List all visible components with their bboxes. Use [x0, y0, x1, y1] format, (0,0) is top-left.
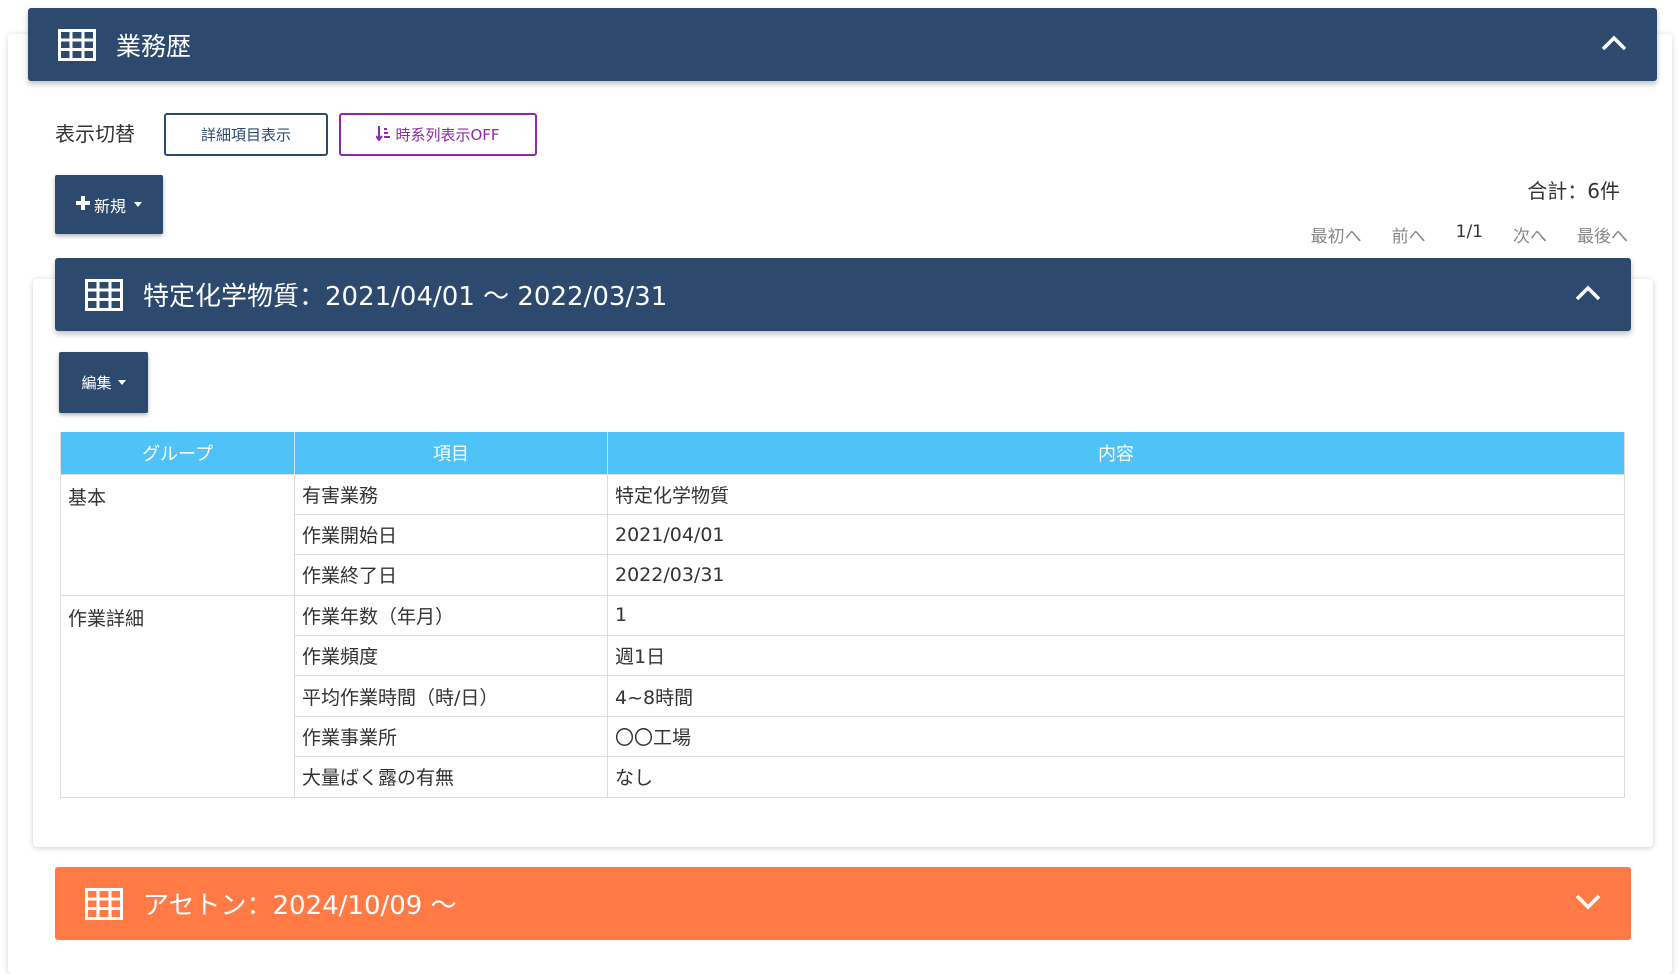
pager-prev-link[interactable]: 前へ — [1392, 222, 1426, 247]
caret-down-icon — [117, 380, 126, 385]
caret-down-icon — [134, 202, 142, 207]
record-title: アセトン：2024/10/09 ～ — [143, 891, 457, 921]
table-row: 基本 有害業務 特定化学物質 — [60, 473, 1625, 596]
detail-items-label: 詳細項目表示 — [200, 126, 291, 144]
table-row: 作業開始日 2021/04/01 — [61, 513, 1625, 556]
table-row: 作業詳細 作業年数（年月） 1 — [60, 594, 1625, 798]
pager-last-link[interactable]: 最後へ — [1577, 222, 1628, 247]
item-cell: 作業事業所 — [294, 715, 608, 758]
total-count: 合計：6件 — [1527, 179, 1620, 203]
table-row: 作業終了日 2022/03/31 — [61, 554, 1625, 596]
chevron-down-icon[interactable] — [1575, 894, 1601, 914]
section-title: 業務歴 — [116, 31, 192, 61]
value-cell: 週1日 — [607, 635, 1625, 677]
value-cell: 〇〇工場 — [607, 715, 1625, 758]
detail-items-button[interactable]: 詳細項目表示 — [164, 113, 328, 156]
section-header[interactable]: 業務歴 — [28, 8, 1657, 81]
table-icon — [58, 28, 96, 61]
pager-first-link[interactable]: 最初へ — [1311, 222, 1362, 247]
new-button-label: 新規 — [93, 196, 126, 216]
table-row: 大量ばく露の有無 なし — [61, 756, 1625, 798]
group-cell: 作業詳細 — [60, 594, 295, 798]
value-cell: 特定化学物質 — [607, 473, 1625, 515]
item-cell: 作業頻度 — [294, 635, 608, 677]
value-cell: 2021/04/01 — [607, 513, 1625, 556]
item-cell: 作業終了日 — [294, 554, 608, 596]
group-cell: 基本 — [60, 473, 295, 596]
record-header-acetone[interactable]: アセトン：2024/10/09 ～ — [55, 867, 1631, 940]
item-cell: 有害業務 — [294, 473, 608, 515]
column-header-group: グループ — [60, 432, 295, 474]
detail-table: グループ 項目 内容 基本 有害業務 特定化学物質 作業開始日 2021/04/… — [60, 432, 1625, 798]
value-cell: 2022/03/31 — [607, 554, 1625, 596]
timeseries-toggle-label: 時系列表示OFF — [395, 126, 500, 144]
column-header-content: 内容 — [607, 432, 1625, 474]
item-cell: 作業年数（年月） — [294, 594, 608, 637]
chevron-up-icon[interactable] — [1601, 35, 1627, 55]
pager-next-link[interactable]: 次へ — [1513, 222, 1547, 247]
value-cell: 1 — [607, 594, 1625, 637]
pager-current: 1/1 — [1455, 222, 1483, 242]
display-toggle-label: 表示切替 — [55, 122, 135, 146]
table-icon — [85, 278, 123, 311]
new-button[interactable]: 新規 — [55, 175, 163, 234]
table-row: 作業頻度 週1日 — [61, 635, 1625, 677]
table-header-row: グループ 項目 内容 — [60, 432, 1625, 474]
edit-button-label: 編集 — [81, 374, 112, 392]
table-row: 平均作業時間（時/日） 4~8時間 — [61, 675, 1625, 717]
chevron-up-icon[interactable] — [1575, 285, 1601, 305]
table-row: 作業事業所 〇〇工場 — [61, 715, 1625, 758]
value-cell: 4~8時間 — [607, 675, 1625, 717]
sort-icon — [375, 125, 391, 145]
item-cell: 大量ばく露の有無 — [294, 756, 608, 798]
item-cell: 作業開始日 — [294, 513, 608, 556]
value-cell: なし — [607, 756, 1625, 798]
item-cell: 平均作業時間（時/日） — [294, 675, 608, 717]
column-header-item: 項目 — [294, 432, 608, 474]
pagination: 最初へ 前へ 1/1 次へ 最後へ — [1281, 222, 1628, 247]
record-header[interactable]: 特定化学物質：2021/04/01 ～ 2022/03/31 — [55, 258, 1631, 331]
plus-icon — [75, 195, 90, 214]
edit-button[interactable]: 編集 — [59, 352, 148, 413]
table-icon — [85, 887, 123, 920]
record-title: 特定化学物質：2021/04/01 ～ 2022/03/31 — [143, 282, 668, 312]
timeseries-toggle-button[interactable]: 時系列表示OFF — [339, 113, 537, 156]
